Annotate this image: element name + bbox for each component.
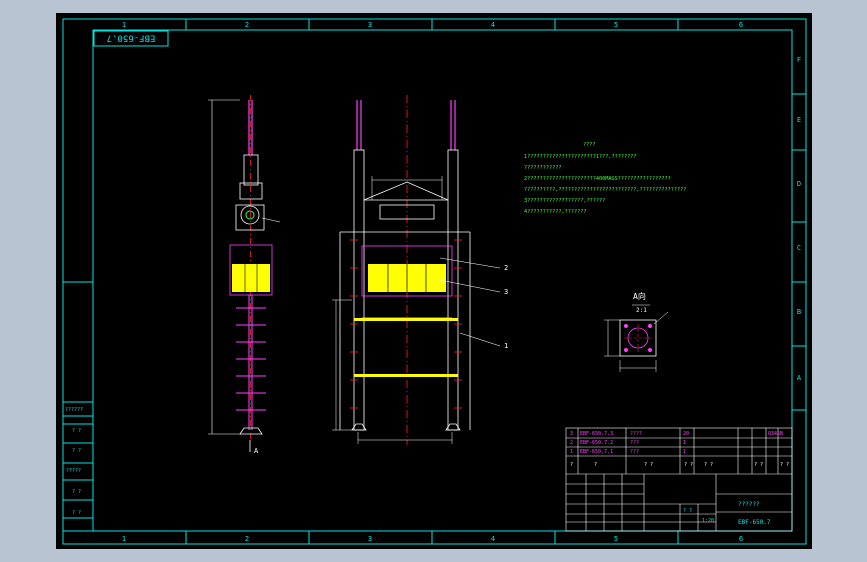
callout-label: 1 — [504, 342, 508, 350]
parts-header: ? ? — [780, 462, 789, 468]
zone-letter: C — [797, 244, 801, 252]
zone-letter: F — [797, 56, 801, 64]
material-label: Q345B — [768, 431, 783, 437]
front-rail-upper — [354, 318, 458, 321]
drawing-title: ?????? — [738, 501, 760, 508]
parts-no: 2 — [570, 440, 573, 446]
parts-qty: 1 — [683, 440, 686, 446]
side-hopper — [232, 264, 270, 292]
zone-number-bottom: 5 — [614, 535, 618, 543]
parts-code: EBF-650.7.3 — [580, 431, 613, 437]
parts-header: ? ? — [644, 462, 653, 468]
notes-title: ???? — [583, 142, 596, 148]
parts-name: ??? — [630, 440, 639, 446]
note-line: 1??????????????????????1???,???????? — [524, 154, 636, 160]
cad-drawing-viewport: 1 2 3 4 5 6 1 2 3 4 5 6 F E D C B A EBF-… — [56, 13, 812, 549]
note-line: ???????????? — [524, 165, 561, 171]
callout-label: 3 — [504, 288, 508, 296]
stamp-label: ? ? — [72, 448, 81, 454]
zone-number-bottom: 4 — [491, 535, 495, 543]
parts-no: 1 — [570, 449, 573, 455]
parts-header: ? ? — [754, 462, 763, 468]
front-rail-lower — [354, 374, 458, 377]
stamp-label: ? ? — [72, 489, 81, 495]
stamp-label: ? ? — [72, 428, 81, 434]
sheet-label: ? ? — [683, 508, 692, 514]
parts-header: ? — [570, 462, 573, 468]
zone-number-top: 2 — [245, 21, 249, 29]
zone-number-bottom: 2 — [245, 535, 249, 543]
section-scale: 2:1 — [636, 307, 647, 314]
zone-number-bottom: 1 — [122, 535, 126, 543]
note-line: 3??????????????????,?????? — [524, 198, 605, 204]
zone-number-top: 3 — [368, 21, 372, 29]
stamp-label: ????? — [66, 468, 81, 474]
stamp-label: ? ? — [72, 510, 81, 516]
zone-number-top: 5 — [614, 21, 618, 29]
zone-number-top: 4 — [491, 21, 495, 29]
stamp-label: ?????? — [65, 407, 83, 413]
parts-name: ??? — [630, 449, 639, 455]
zone-letter: D — [797, 180, 801, 188]
callout-label: 2 — [504, 264, 508, 272]
note-line: 2??????????????????????400MAGS??????????… — [524, 176, 671, 182]
parts-qty: 1 — [683, 449, 686, 455]
parts-header: ? ? — [684, 462, 693, 468]
zone-number-top: 6 — [739, 21, 743, 29]
zone-number-top: 1 — [122, 21, 126, 29]
parts-name: ???? — [630, 431, 642, 437]
parts-header: ? — [594, 462, 597, 468]
drawing-number: EBF-650.7 — [738, 519, 771, 526]
note-line: ??????????,?????????????????????????,???… — [524, 187, 686, 193]
zone-letter: B — [797, 308, 801, 316]
parts-no: 3 — [570, 431, 573, 437]
zone-number-bottom: 6 — [739, 535, 743, 543]
parts-code: EBF-650.7.1 — [580, 449, 613, 455]
parts-qty: 20 — [683, 431, 689, 437]
parts-header: ? ? — [704, 462, 713, 468]
rotated-drawing-number: EBF-650.7 — [107, 33, 156, 43]
note-line: 4???????????,??????? — [524, 209, 586, 215]
zone-letter: E — [797, 116, 801, 124]
section-label: A向 — [633, 291, 646, 301]
scale-label: 1:20 — [702, 518, 714, 524]
parts-code: EBF-650.7.2 — [580, 440, 613, 446]
zone-number-bottom: 3 — [368, 535, 372, 543]
